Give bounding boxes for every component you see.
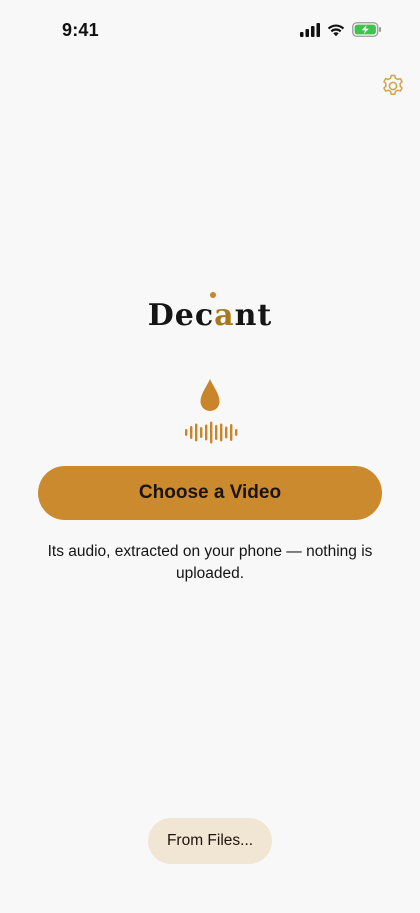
logo-suffix: nt	[234, 298, 273, 333]
logo-wordmark: Decant	[148, 298, 273, 333]
status-time: 9:41	[62, 20, 99, 40]
battery-charging-icon	[352, 22, 382, 42]
wifi-icon	[326, 23, 346, 42]
drop-icon	[200, 379, 220, 411]
cellular-signal-icon	[300, 22, 320, 42]
logo-dot	[210, 292, 216, 298]
logo-prefix: Dec	[147, 298, 215, 333]
choose-video-button[interactable]: Choose a Video	[38, 466, 382, 520]
status-bar: 9:41	[0, 0, 420, 60]
from-files-button[interactable]: From Files...	[148, 818, 272, 864]
logo-accent-letter: a	[214, 298, 235, 333]
drop-waveform-mark	[180, 376, 240, 446]
waveform-icon	[185, 421, 238, 444]
app-logo: Decant	[0, 278, 420, 338]
settings-button[interactable]	[380, 73, 406, 99]
privacy-caption: Its audio, extracted on your phone — not…	[47, 543, 373, 582]
gear-icon	[380, 74, 406, 103]
status-icons	[300, 22, 382, 42]
